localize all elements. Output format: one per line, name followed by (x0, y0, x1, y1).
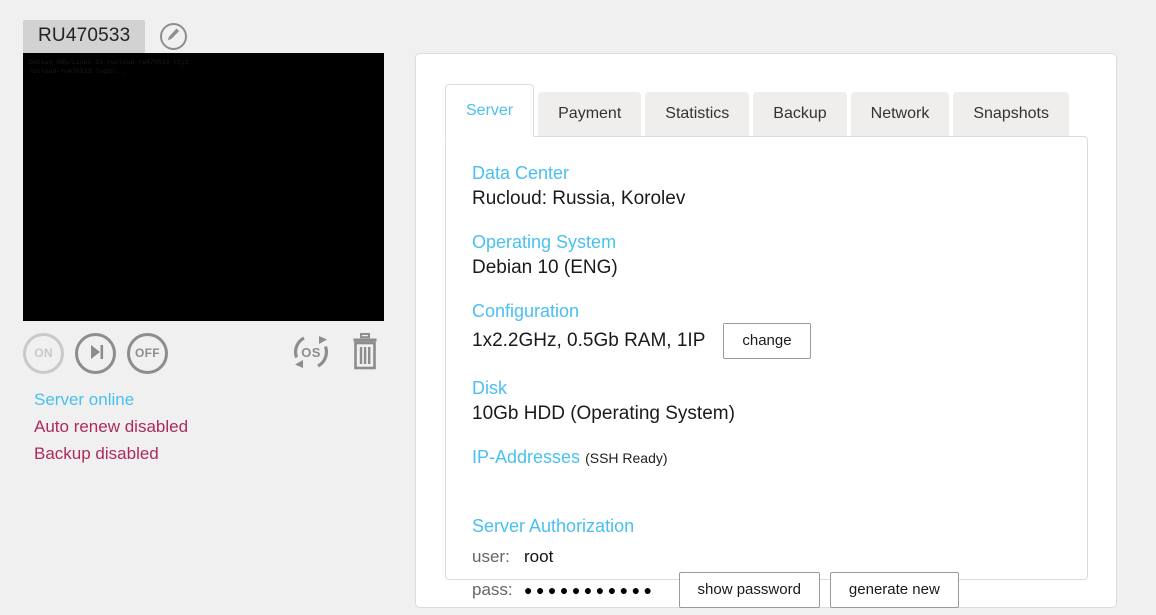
change-configuration-button[interactable]: change (723, 323, 811, 359)
tab-payment[interactable]: Payment (538, 92, 642, 136)
tab-strip: Server Payment Statistics Backup Network… (445, 84, 1073, 137)
power-off-icon-label: OFF (135, 346, 160, 360)
auth-user-key: user: (472, 547, 510, 566)
tab-backup[interactable]: Backup (753, 92, 847, 136)
server-tab-bar: RU470533 (23, 20, 188, 53)
disk-label: Disk (472, 378, 507, 398)
tab-network[interactable]: Network (850, 92, 950, 136)
pencil-icon (166, 27, 181, 47)
edit-server-button[interactable] (160, 23, 188, 50)
ssh-ready-note: (SSH Ready) (585, 450, 668, 466)
ip-addresses-label-text: IP-Addresses (472, 447, 581, 467)
configuration-label: Configuration (472, 301, 580, 321)
server-id-tab[interactable]: RU470533 (23, 20, 146, 53)
auth-pass-masked-value: ●●●●●●●●●●● (524, 582, 656, 598)
data-center-block: Data Center Rucloud: Russia, Korolev (472, 161, 1087, 213)
auth-user-row: user: root (472, 544, 1087, 570)
server-status-list: Server online Auto renew disabled Backup… (34, 386, 188, 467)
server-details-card: Server Payment Statistics Backup Network… (415, 53, 1117, 608)
operating-system-block: Operating System Debian 10 (ENG) (472, 230, 1087, 282)
tab-server[interactable]: Server (445, 84, 535, 137)
data-center-value: Rucloud: Russia, Korolev (472, 188, 686, 209)
server-authorization-block: Server Authorization user: root pass: ●●… (472, 514, 1087, 608)
power-off-button[interactable]: OFF (127, 332, 168, 374)
vnc-console[interactable]: Debian GNU/Linux 10 rucloud-ru470533 tty… (23, 53, 384, 321)
configuration-value: 1x2.2GHz, 0.5Gb RAM, 1IP (472, 330, 706, 351)
reinstall-os-label: OS (301, 344, 321, 360)
configuration-value-row: 1x2.2GHz, 0.5Gb RAM, 1IP change (472, 323, 1087, 359)
operating-system-value: Debian 10 (ENG) (472, 257, 618, 278)
configuration-block: Configuration 1x2.2GHz, 0.5Gb RAM, 1IP c… (472, 299, 1087, 359)
ip-addresses-block: IP-Addresses (SSH Ready) (472, 445, 1087, 470)
disk-value: 10Gb HDD (Operating System) (472, 403, 735, 424)
reboot-icon (86, 342, 106, 365)
info-sections: Data Center Rucloud: Russia, Korolev Ope… (446, 137, 1087, 608)
operating-system-label: Operating System (472, 232, 617, 252)
disk-block: Disk 10Gb HDD (Operating System) (472, 376, 1087, 428)
ip-addresses-label: IP-Addresses (SSH Ready) (472, 445, 1087, 470)
tab-statistics[interactable]: Statistics (645, 92, 750, 136)
server-control-column: RU470533 Debian GNU/Linux 10 rucloud-ru4… (0, 0, 400, 615)
power-controls: ON OFF (23, 331, 179, 375)
delete-server-button[interactable] (350, 332, 380, 372)
vnc-console-text: Debian GNU/Linux 10 rucloud-ru470533 tty… (29, 59, 189, 75)
power-on-button[interactable]: ON (23, 332, 64, 374)
auth-pass-row: pass: ●●●●●●●●●●● show password generate… (472, 572, 1087, 608)
server-info-panel: Data Center Rucloud: Russia, Korolev Ope… (445, 136, 1088, 608)
tab-snapshots[interactable]: Snapshots (953, 92, 1069, 136)
status-server-online[interactable]: Server online (34, 386, 188, 413)
power-on-icon-label: ON (34, 346, 53, 360)
maintenance-controls: OS (288, 329, 380, 375)
trash-icon (350, 333, 380, 376)
status-auto-renew[interactable]: Auto renew disabled (34, 413, 188, 440)
reboot-button[interactable] (75, 332, 116, 374)
data-center-label: Data Center (472, 163, 570, 183)
status-backup[interactable]: Backup disabled (34, 440, 188, 467)
auth-pass-key: pass: (472, 580, 513, 599)
show-password-button[interactable]: show password (678, 572, 820, 608)
server-authorization-label: Server Authorization (472, 516, 635, 536)
reinstall-os-button[interactable]: OS (288, 329, 334, 375)
generate-new-password-button[interactable]: generate new (829, 572, 959, 608)
auth-user-value: root (524, 547, 554, 566)
